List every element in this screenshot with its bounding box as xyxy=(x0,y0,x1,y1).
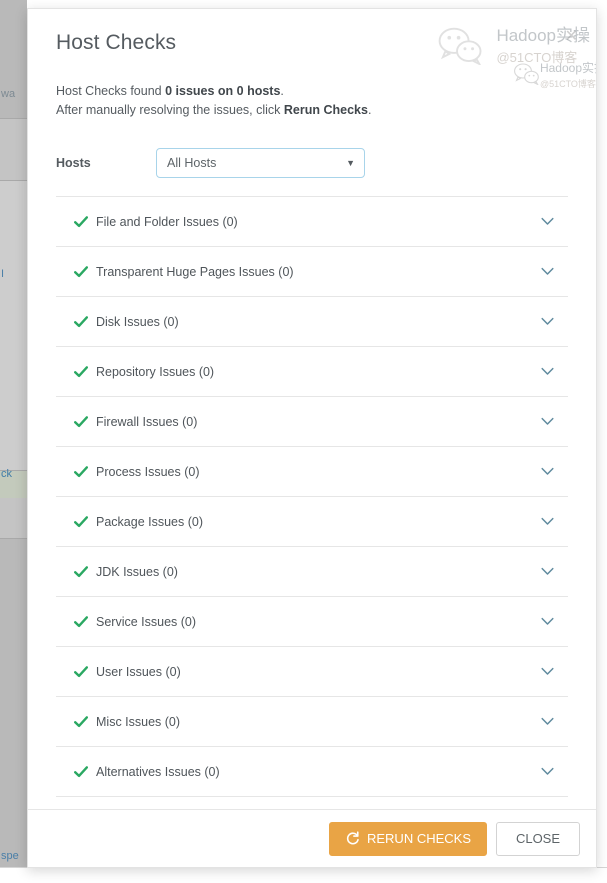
watermark-main-text: Hadoop实操 xyxy=(540,59,596,76)
close-button[interactable]: CLOSE xyxy=(496,822,580,856)
check-row[interactable]: Package Issues (0) xyxy=(56,497,568,547)
intro-line-1-pre: Host Checks found xyxy=(56,84,165,98)
check-row[interactable]: Reverse Lookup Issues (0) xyxy=(56,797,568,809)
check-row[interactable]: Service Issues (0) xyxy=(56,597,568,647)
check-icon xyxy=(74,216,88,228)
check-row[interactable]: JDK Issues (0) xyxy=(56,547,568,597)
check-row[interactable]: Transparent Huge Pages Issues (0) xyxy=(56,247,568,297)
check-row-label: Process Issues (0) xyxy=(96,465,541,479)
backdrop-strip xyxy=(0,538,27,867)
check-icon xyxy=(74,416,88,428)
check-row[interactable]: Firewall Issues (0) xyxy=(56,397,568,447)
backdrop-divider xyxy=(0,180,27,181)
check-icon xyxy=(74,766,88,778)
page-title: Host Checks xyxy=(56,31,568,55)
chevron-down-icon[interactable] xyxy=(541,717,554,726)
check-icon xyxy=(74,616,88,628)
check-row-label: Service Issues (0) xyxy=(96,615,541,629)
chevron-down-icon[interactable] xyxy=(541,367,554,376)
check-row[interactable]: Process Issues (0) xyxy=(56,447,568,497)
check-row[interactable]: User Issues (0) xyxy=(56,647,568,697)
chevron-down-icon[interactable] xyxy=(541,317,554,326)
check-row-label: Transparent Huge Pages Issues (0) xyxy=(96,265,541,279)
chevron-down-icon[interactable] xyxy=(541,417,554,426)
modal-header: Host Checks ✕ xyxy=(28,9,596,55)
backdrop-strip xyxy=(0,0,27,118)
hosts-select[interactable]: All Hosts ▼ xyxy=(156,148,365,178)
hosts-filter-row: Hosts All Hosts ▼ xyxy=(56,148,568,178)
check-row-label: Firewall Issues (0) xyxy=(96,415,541,429)
chevron-down-icon[interactable] xyxy=(541,767,554,776)
check-row-label: Package Issues (0) xyxy=(96,515,541,529)
check-row-label: Repository Issues (0) xyxy=(96,365,541,379)
chevron-down-icon[interactable] xyxy=(541,517,554,526)
check-icon xyxy=(74,266,88,278)
intro-line-2-pre: After manually resolving the issues, cli… xyxy=(56,103,284,117)
check-row[interactable]: Alternatives Issues (0) xyxy=(56,747,568,797)
hosts-select-value: All Hosts xyxy=(167,156,216,170)
chevron-down-icon[interactable] xyxy=(541,217,554,226)
check-row-label: User Issues (0) xyxy=(96,665,541,679)
check-row-label: Disk Issues (0) xyxy=(96,315,541,329)
modal-body: Host Checks found 0 issues on 0 hosts. A… xyxy=(28,55,596,809)
chevron-down-icon[interactable] xyxy=(541,267,554,276)
check-icon xyxy=(74,366,88,378)
chevron-down-icon[interactable] xyxy=(541,567,554,576)
backdrop-divider xyxy=(0,538,27,539)
check-row[interactable]: Repository Issues (0) xyxy=(56,347,568,397)
host-checks-list: File and Folder Issues (0) Transparent Hu… xyxy=(56,196,568,809)
check-row[interactable]: Disk Issues (0) xyxy=(56,297,568,347)
backdrop-strip xyxy=(0,118,27,180)
close-button-label: CLOSE xyxy=(516,831,560,846)
rerun-checks-button[interactable]: RERUN CHECKS xyxy=(329,822,487,856)
intro-line-1-bold: 0 issues on 0 hosts xyxy=(165,84,280,98)
check-row-label: Misc Issues (0) xyxy=(96,715,541,729)
refresh-icon xyxy=(345,831,360,846)
backdrop-text-fragment: ck xyxy=(1,468,27,480)
check-row[interactable]: Misc Issues (0) xyxy=(56,697,568,747)
host-checks-modal: Host Checks ✕ Host Checks found 0 issues… xyxy=(27,8,597,868)
check-row[interactable]: File and Folder Issues (0) xyxy=(56,197,568,247)
check-row-label: File and Folder Issues (0) xyxy=(96,215,541,229)
backdrop-strip xyxy=(0,180,27,470)
chevron-down-icon[interactable] xyxy=(541,617,554,626)
rerun-checks-label: RERUN CHECKS xyxy=(367,831,471,846)
check-icon xyxy=(74,466,88,478)
backdrop-text-fragment: I xyxy=(1,268,27,280)
check-icon xyxy=(74,716,88,728)
backdrop-text-fragment: wa xyxy=(1,88,27,100)
check-icon xyxy=(74,566,88,578)
backdrop-text-fragment: spe xyxy=(1,850,27,862)
check-icon xyxy=(74,516,88,528)
intro-line-2-bold: Rerun Checks xyxy=(284,103,368,117)
chevron-down-icon[interactable] xyxy=(541,467,554,476)
backdrop-divider xyxy=(0,118,27,119)
intro-text: Host Checks found 0 issues on 0 hosts. A… xyxy=(56,82,568,120)
close-icon[interactable]: ✕ xyxy=(565,29,578,45)
check-icon xyxy=(74,666,88,678)
backdrop-bottom-bar xyxy=(0,867,607,883)
hosts-filter-label: Hosts xyxy=(56,156,156,170)
backdrop-strip xyxy=(0,498,27,538)
chevron-down-icon[interactable] xyxy=(541,667,554,676)
check-row-label: Alternatives Issues (0) xyxy=(96,765,541,779)
intro-line-1: Host Checks found 0 issues on 0 hosts. xyxy=(56,82,568,101)
check-row-label: JDK Issues (0) xyxy=(96,565,541,579)
caret-down-icon: ▼ xyxy=(346,158,355,168)
intro-line-1-post: . xyxy=(280,84,283,98)
intro-line-2: After manually resolving the issues, cli… xyxy=(56,101,568,120)
check-icon xyxy=(74,316,88,328)
modal-footer: RERUN CHECKS CLOSE Hadoop实操 @51CTO博客 xyxy=(28,809,596,867)
intro-line-2-post: . xyxy=(368,103,371,117)
